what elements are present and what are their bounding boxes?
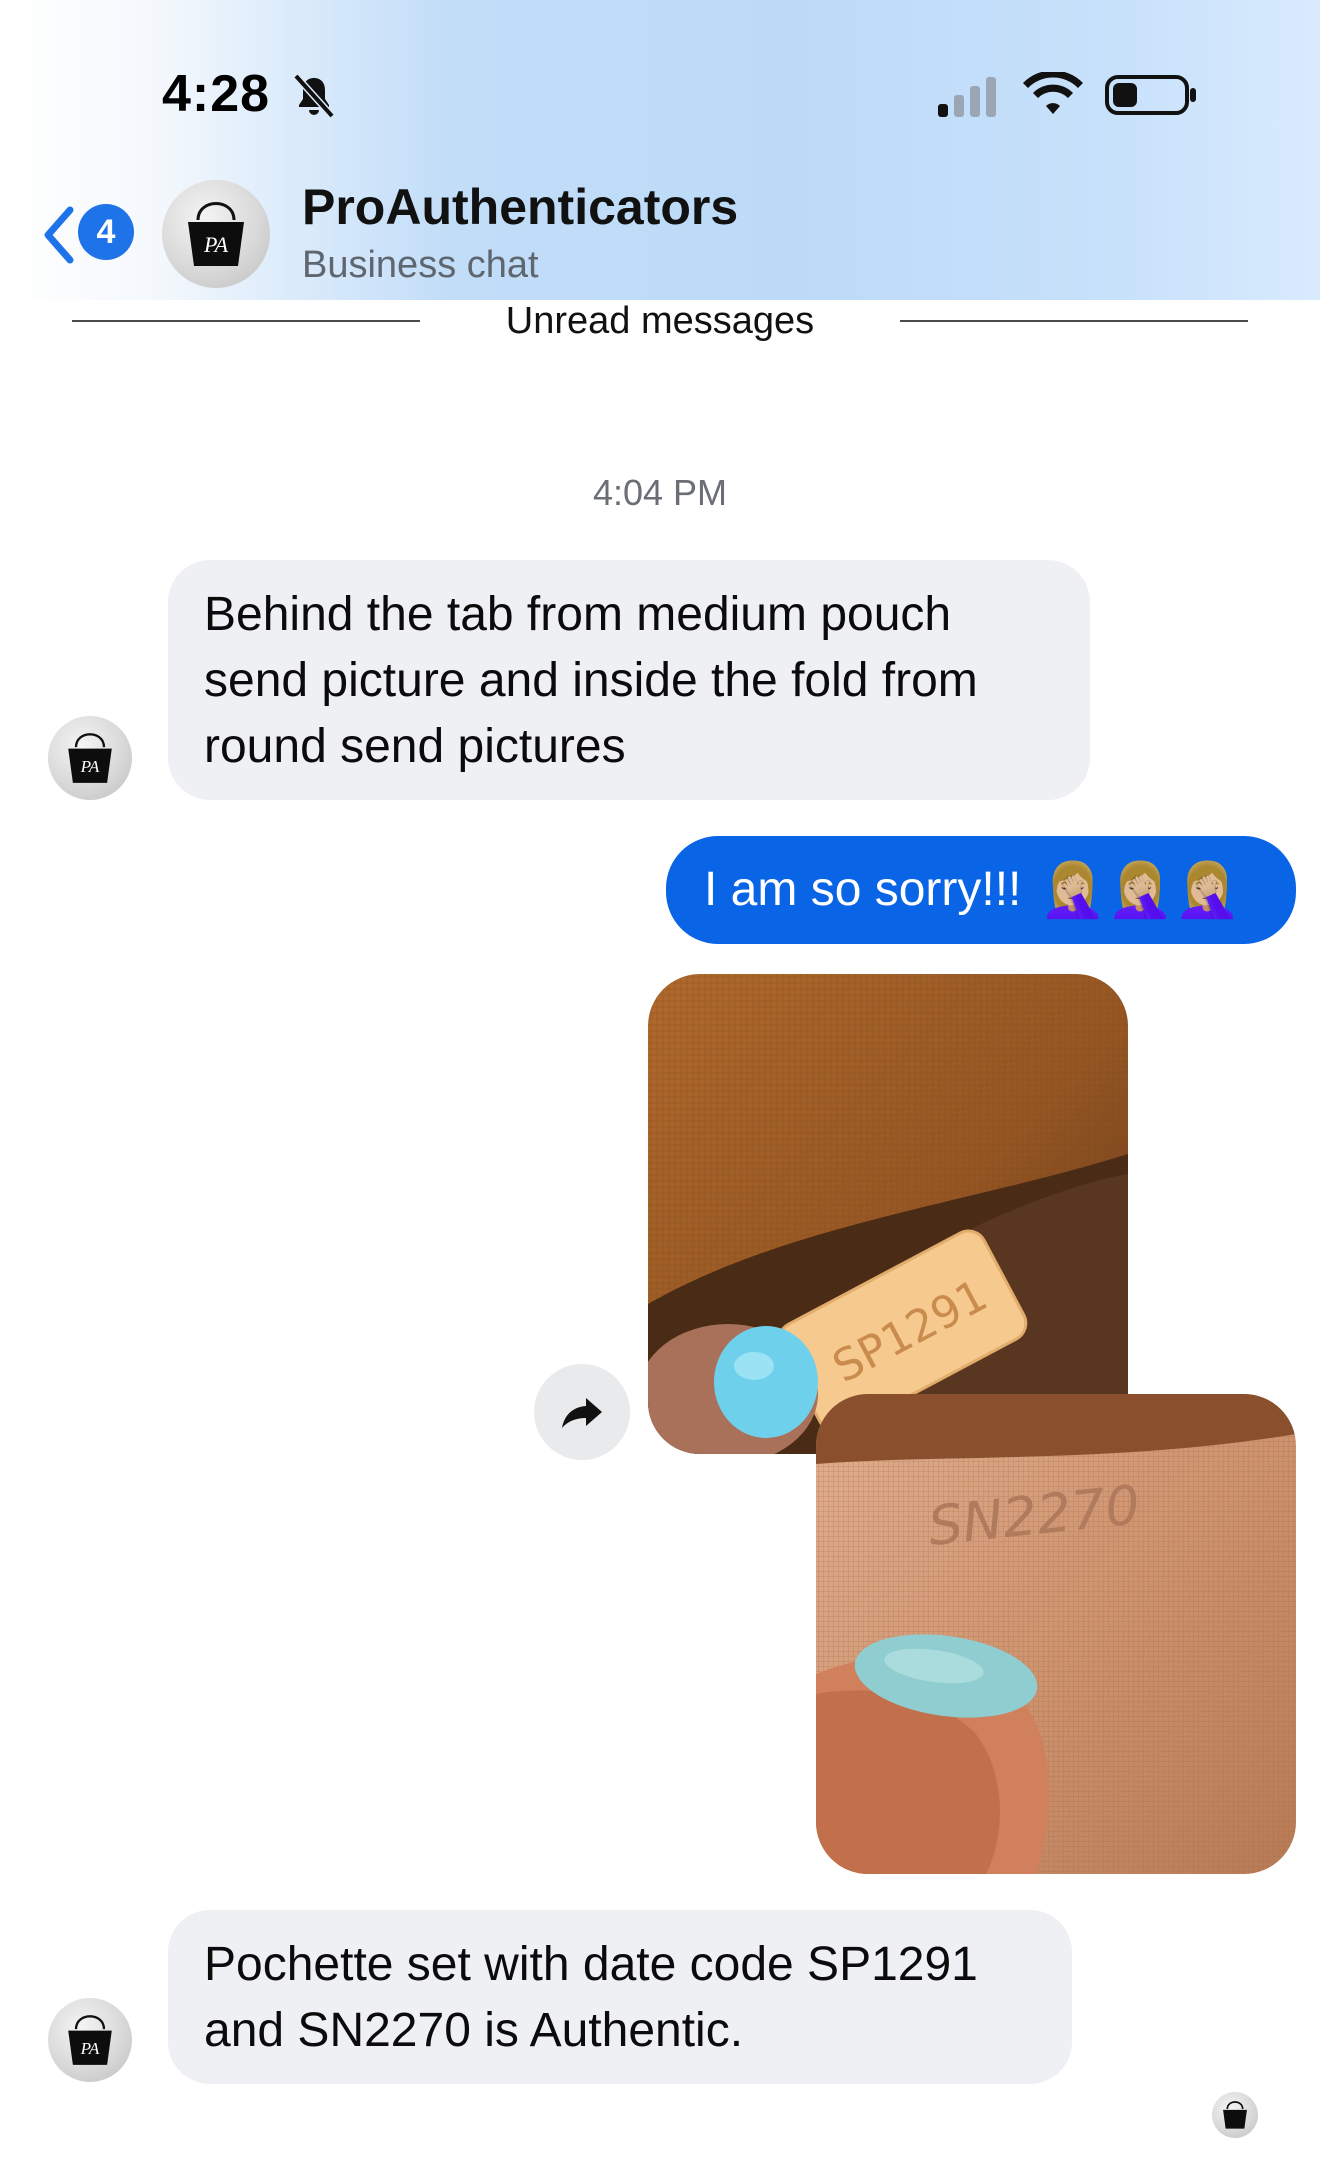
date-code-photo-sp: SP1291 xyxy=(648,974,1128,1454)
contact-subtitle: Business chat xyxy=(302,244,539,286)
battery-icon xyxy=(1105,75,1196,115)
photo-message-2[interactable]: SN2270 xyxy=(816,1394,1296,1874)
contact-avatar[interactable]: PA xyxy=(162,180,270,288)
contact-name[interactable]: ProAuthenticators xyxy=(302,178,738,236)
facepalm-emoji: 🤦🏼‍♀️🤦🏼‍♀️🤦🏼‍♀️ xyxy=(1039,858,1242,921)
avatar-monogram: PA xyxy=(203,232,229,257)
sender-avatar[interactable]: PA xyxy=(48,1998,132,2082)
wifi-icon xyxy=(1023,72,1083,114)
tote-bag-logo-icon xyxy=(1223,2101,1247,2129)
incoming-message-bubble[interactable]: Behind the tab from medium pouch send pi… xyxy=(168,560,1090,800)
svg-text:PA: PA xyxy=(80,757,100,776)
tote-bag-logo-icon: PA xyxy=(188,202,244,266)
unread-count-badge: 4 xyxy=(78,204,134,260)
svg-text:PA: PA xyxy=(80,2039,100,2058)
chevron-left-icon xyxy=(44,206,74,264)
share-button[interactable] xyxy=(534,1364,630,1460)
message-line: Pochette set with date code SP1291 xyxy=(204,1938,978,1991)
status-time: 4:28 xyxy=(162,65,271,123)
share-arrow-icon xyxy=(562,1398,602,1428)
message-line: and SN2270 is Authentic. xyxy=(204,2004,744,2057)
incoming-message-bubble[interactable]: Pochette set with date code SP1291 and S… xyxy=(168,1910,1072,2084)
divider-line-right xyxy=(900,320,1248,322)
message-line: send picture and inside the fold from xyxy=(204,654,978,707)
read-receipt-avatar xyxy=(1212,2092,1258,2138)
message-line: Behind the tab from medium pouch xyxy=(204,588,952,641)
date-code-photo-sn: SN2270 xyxy=(816,1394,1296,1874)
sender-avatar[interactable]: PA xyxy=(48,716,132,800)
message-timestamp: 4:04 PM xyxy=(592,472,728,513)
bell-slash-icon xyxy=(293,73,335,119)
tote-bag-logo-icon: PA xyxy=(68,2015,112,2065)
message-line: round send pictures xyxy=(204,720,626,773)
photo-message-1[interactable]: SP1291 xyxy=(648,974,1128,1454)
message-text: I am so sorry!!! xyxy=(704,863,1022,916)
cellular-signal-icon xyxy=(938,77,996,117)
outgoing-message-bubble[interactable]: I am so sorry!!! 🤦🏼‍♀️🤦🏼‍♀️🤦🏼‍♀️ xyxy=(666,836,1296,944)
tote-bag-logo-icon: PA xyxy=(68,733,112,783)
